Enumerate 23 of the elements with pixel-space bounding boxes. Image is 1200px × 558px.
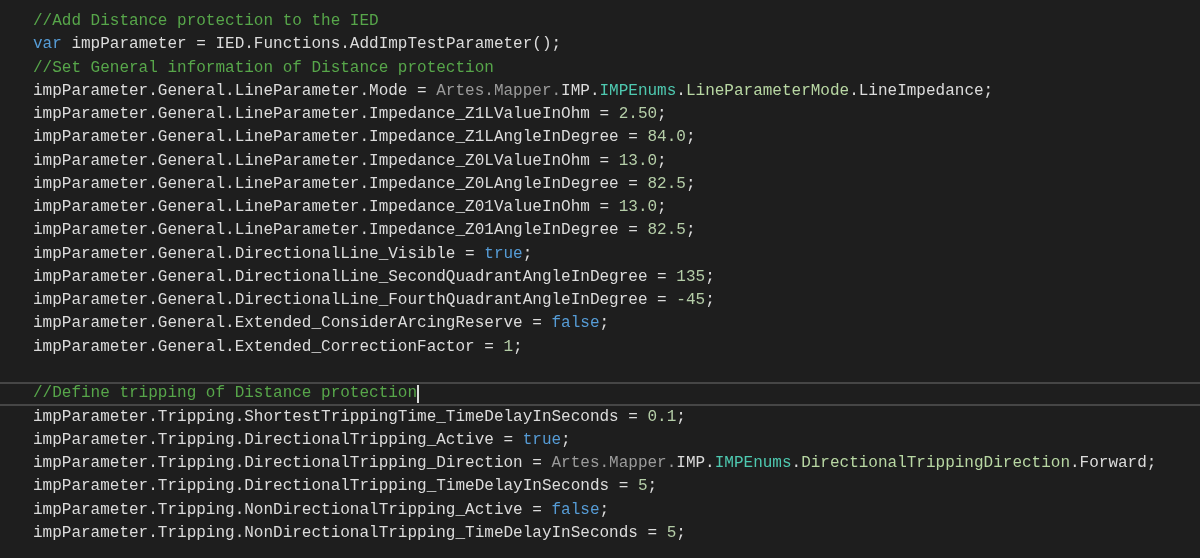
code-line: impParameter.General.DirectionalLine_Visible = true;	[33, 244, 533, 264]
code-line: //Define tripping of Distance protection	[33, 384, 418, 404]
code-line: impParameter.General.LineParameter.Impedance_Z01AngleInDegree = 82.5;	[33, 221, 696, 241]
code-line: impParameter.General.LineParameter.Mode = Artes.Mapper.IMP.IMPEnums.LineParameterMode.LineImpedance;	[33, 81, 994, 102]
code-line: impParameter.General.DirectionalLine_SecondQuadrantAngleInDegree = 135;	[33, 267, 715, 288]
code-line: impParameter.Tripping.DirectionalTripping_Direction = Artes.Mapper.IMP.IMPEnums.DirectionalTrippingDirection.Forward;	[33, 454, 1157, 474]
code-line: impParameter.General.LineParameter.Impedance_Z1LAngleInDegree = 84.0;	[33, 128, 696, 148]
code-line: //Set General information of Distance protection	[33, 58, 494, 78]
code-line: impParameter.Tripping.ShortestTrippingTime_TimeDelayInSeconds = 0.1;	[33, 407, 686, 427]
code-line: impParameter.General.Extended_CorrectionFactor = 1;	[33, 337, 523, 357]
code-line: var impParameter = IED.Functions.AddImpTestParameter();	[33, 35, 562, 55]
code-line: impParameter.General.LineParameter.Impedance_Z1LValueInOhm = 2.50;	[33, 105, 667, 125]
code-line: //Add Distance protection to the IED	[33, 12, 379, 32]
code-line: impParameter.General.Extended_ConsiderArcingReserve = false;	[33, 314, 610, 334]
text-cursor	[417, 384, 420, 403]
code-line: impParameter.General.DirectionalLine_FourthQuadrantAngleInDegree = -45;	[33, 291, 715, 311]
code-line: impParameter.Tripping.NonDirectionalTripping_TimeDelayInSeconds = 5;	[33, 523, 686, 544]
code-line: impParameter.General.LineParameter.Impedance_Z0LValueInOhm = 13.0;	[33, 151, 667, 171]
code-line: impParameter.General.LineParameter.Impedance_Z0LAngleInDegree = 82.5;	[33, 174, 696, 195]
code-line: impParameter.Tripping.DirectionalTripping_Active = true;	[33, 430, 571, 451]
code-line: impParameter.Tripping.NonDirectionalTripping_Active = false;	[33, 500, 610, 520]
code-line: impParameter.General.LineParameter.Impedance_Z01ValueInOhm = 13.0;	[33, 198, 667, 218]
code-line: impParameter.Tripping.DirectionalTripping_TimeDelayInSeconds = 5;	[33, 477, 658, 497]
